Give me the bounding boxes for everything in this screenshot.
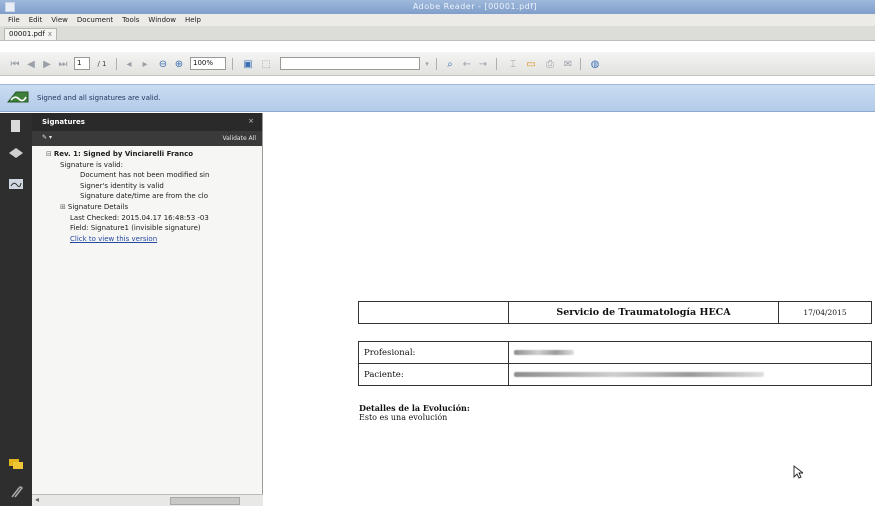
signatures-panel: Signatures × ✎ ▾ Validate All ⊟ Rev. 1: S… xyxy=(32,113,263,506)
view-version-link[interactable]: Click to view this version xyxy=(32,234,262,245)
scroll-left-icon[interactable]: ◂ xyxy=(35,495,39,504)
redacted-name xyxy=(514,349,574,355)
signature-revision-label: Rev. 1: Signed by Vinciarelli Franco xyxy=(53,150,194,158)
toolbar-separator xyxy=(436,58,437,70)
comments-icon[interactable] xyxy=(8,457,24,471)
header-title: Servicio de Traumatología HECA xyxy=(508,301,779,324)
document-tab[interactable]: 00001.pdf x xyxy=(4,28,58,40)
evolution-text: Esto es una evolución xyxy=(359,413,448,422)
signature-details-label: Signature Details xyxy=(67,202,129,211)
last-page-icon[interactable]: ⏭ xyxy=(56,56,70,72)
signature-revision-item[interactable]: ⊟ Rev. 1: Signed by Vinciarelli Franco xyxy=(32,149,262,160)
signature-pen-icon xyxy=(6,91,29,103)
toolbar-separator xyxy=(232,58,233,70)
document-view[interactable]: Servicio de Traumatología HECA 17/04/201… xyxy=(263,113,875,506)
menu-view[interactable]: View xyxy=(51,16,68,24)
attachments-icon[interactable] xyxy=(8,485,24,499)
panel-toolbar: ✎ ▾ Validate All xyxy=(32,131,262,146)
tab-close-icon[interactable]: x xyxy=(48,30,52,38)
panel-header: Signatures × xyxy=(32,113,262,131)
validate-all-button[interactable]: Validate All xyxy=(222,135,256,142)
scrollbar-thumb[interactable] xyxy=(170,497,240,505)
menu-tools[interactable]: Tools xyxy=(122,16,139,24)
mouse-cursor-icon xyxy=(793,465,803,479)
field-item: Field: Signature1 (invisible signature) xyxy=(70,224,201,233)
options-dropdown-icon: ▾ xyxy=(48,134,52,141)
patient-table: Profesional: Paciente: xyxy=(358,341,872,386)
page-number-input[interactable]: 1 xyxy=(74,57,90,70)
zoom-select[interactable]: 100% xyxy=(190,57,226,70)
datetime-item: Signature date/time are from the clo xyxy=(80,192,209,201)
previous-page-icon[interactable]: ◀ xyxy=(24,56,38,72)
menu-bar: File Edit View Document Tools Window Hel… xyxy=(0,14,875,26)
menu-edit[interactable]: Edit xyxy=(29,16,43,24)
identity-valid-item: Signer's identity is valid xyxy=(80,181,164,190)
menu-document[interactable]: Document xyxy=(77,16,113,24)
profesional-label: Profesional: xyxy=(358,341,509,364)
signatures-icon[interactable] xyxy=(8,177,24,191)
paciente-value xyxy=(508,363,872,386)
go-forward-icon[interactable]: ▸ xyxy=(138,56,152,72)
find-previous-icon[interactable]: ← xyxy=(460,56,474,72)
header-empty-cell xyxy=(358,301,509,324)
signature-tree: ⊟ Rev. 1: Signed by Vinciarelli Franco Si… xyxy=(32,146,262,491)
first-page-icon[interactable]: ⏮ xyxy=(8,56,22,72)
not-modified-item: Document has not been modified sin xyxy=(80,171,210,180)
menu-window[interactable]: Window xyxy=(148,16,176,24)
evolution-section: Detalles de la Evolución: Esto es una ev… xyxy=(359,403,470,422)
fit-page-icon[interactable]: ▣ xyxy=(240,56,256,72)
window-title: Adobe Reader - [00001.pdf] xyxy=(412,2,538,11)
toolbar-separator xyxy=(580,58,581,70)
header-date: 17/04/2015 xyxy=(778,301,872,324)
page-total: / 1 xyxy=(97,60,107,68)
find-icon[interactable]: ⌕ xyxy=(442,56,458,72)
find-next-icon[interactable]: → xyxy=(476,56,490,72)
email-icon[interactable]: ✉ xyxy=(560,56,576,72)
navigation-rail xyxy=(0,113,32,506)
redacted-name xyxy=(514,371,764,377)
panel-options-icon[interactable]: ✎ ▾ xyxy=(42,134,52,141)
title-bar: Adobe Reader - [00001.pdf] xyxy=(0,0,875,14)
fit-width-icon[interactable]: ⬚ xyxy=(258,56,274,72)
last-checked-item: Last Checked: 2015.04.17 16:48:53 -03 xyxy=(70,213,209,222)
zoom-out-icon[interactable]: ⊖ xyxy=(156,56,170,72)
collapse-icon[interactable]: ⊟ xyxy=(46,150,52,158)
open-folder-icon[interactable]: ▭ xyxy=(522,56,540,72)
signature-details-item[interactable]: ⊞ Signature Details xyxy=(32,202,262,213)
toolbar-separator xyxy=(496,58,497,70)
select-tool-icon[interactable]: ⌶ xyxy=(506,56,520,72)
find-input[interactable] xyxy=(280,57,420,70)
toolbar: ⏮ ◀ ▶ ⏭ 1 / 1 ◂ ▸ ⊖ ⊕ 100% ▣ ⬚ ▾ ⌕ ← → ⌶… xyxy=(0,52,875,76)
profesional-value xyxy=(508,341,872,364)
layers-icon[interactable] xyxy=(8,147,24,161)
go-back-icon[interactable]: ◂ xyxy=(122,56,136,72)
share-globe-icon[interactable]: ◍ xyxy=(586,56,604,72)
app-icon xyxy=(5,2,15,12)
print-icon[interactable]: ⎙ xyxy=(542,56,558,72)
menu-help[interactable]: Help xyxy=(185,16,201,24)
panel-horizontal-scrollbar[interactable]: ◂ xyxy=(32,494,263,506)
pages-icon[interactable] xyxy=(8,119,24,133)
find-dropdown-icon[interactable]: ▾ xyxy=(422,56,432,72)
zoom-in-icon[interactable]: ⊕ xyxy=(172,56,186,72)
document-tab-label: 00001.pdf xyxy=(9,30,45,38)
header-table: Servicio de Traumatología HECA 17/04/201… xyxy=(358,301,872,324)
document-tab-bar: 00001.pdf x xyxy=(0,26,875,41)
menu-file[interactable]: File xyxy=(8,16,20,24)
signature-status-bar: Signed and all signatures are valid. xyxy=(0,84,875,112)
panel-title: Signatures xyxy=(42,118,85,126)
toolbar-separator xyxy=(116,58,117,70)
next-page-icon[interactable]: ▶ xyxy=(40,56,54,72)
signature-valid-item[interactable]: Signature is valid: xyxy=(32,160,262,171)
signature-status-text: Signed and all signatures are valid. xyxy=(37,94,161,102)
paciente-label: Paciente: xyxy=(358,363,509,386)
expand-icon[interactable]: ⊞ xyxy=(60,203,66,211)
panel-close-icon[interactable]: × xyxy=(248,117,254,125)
evolution-heading: Detalles de la Evolución: xyxy=(359,403,470,413)
